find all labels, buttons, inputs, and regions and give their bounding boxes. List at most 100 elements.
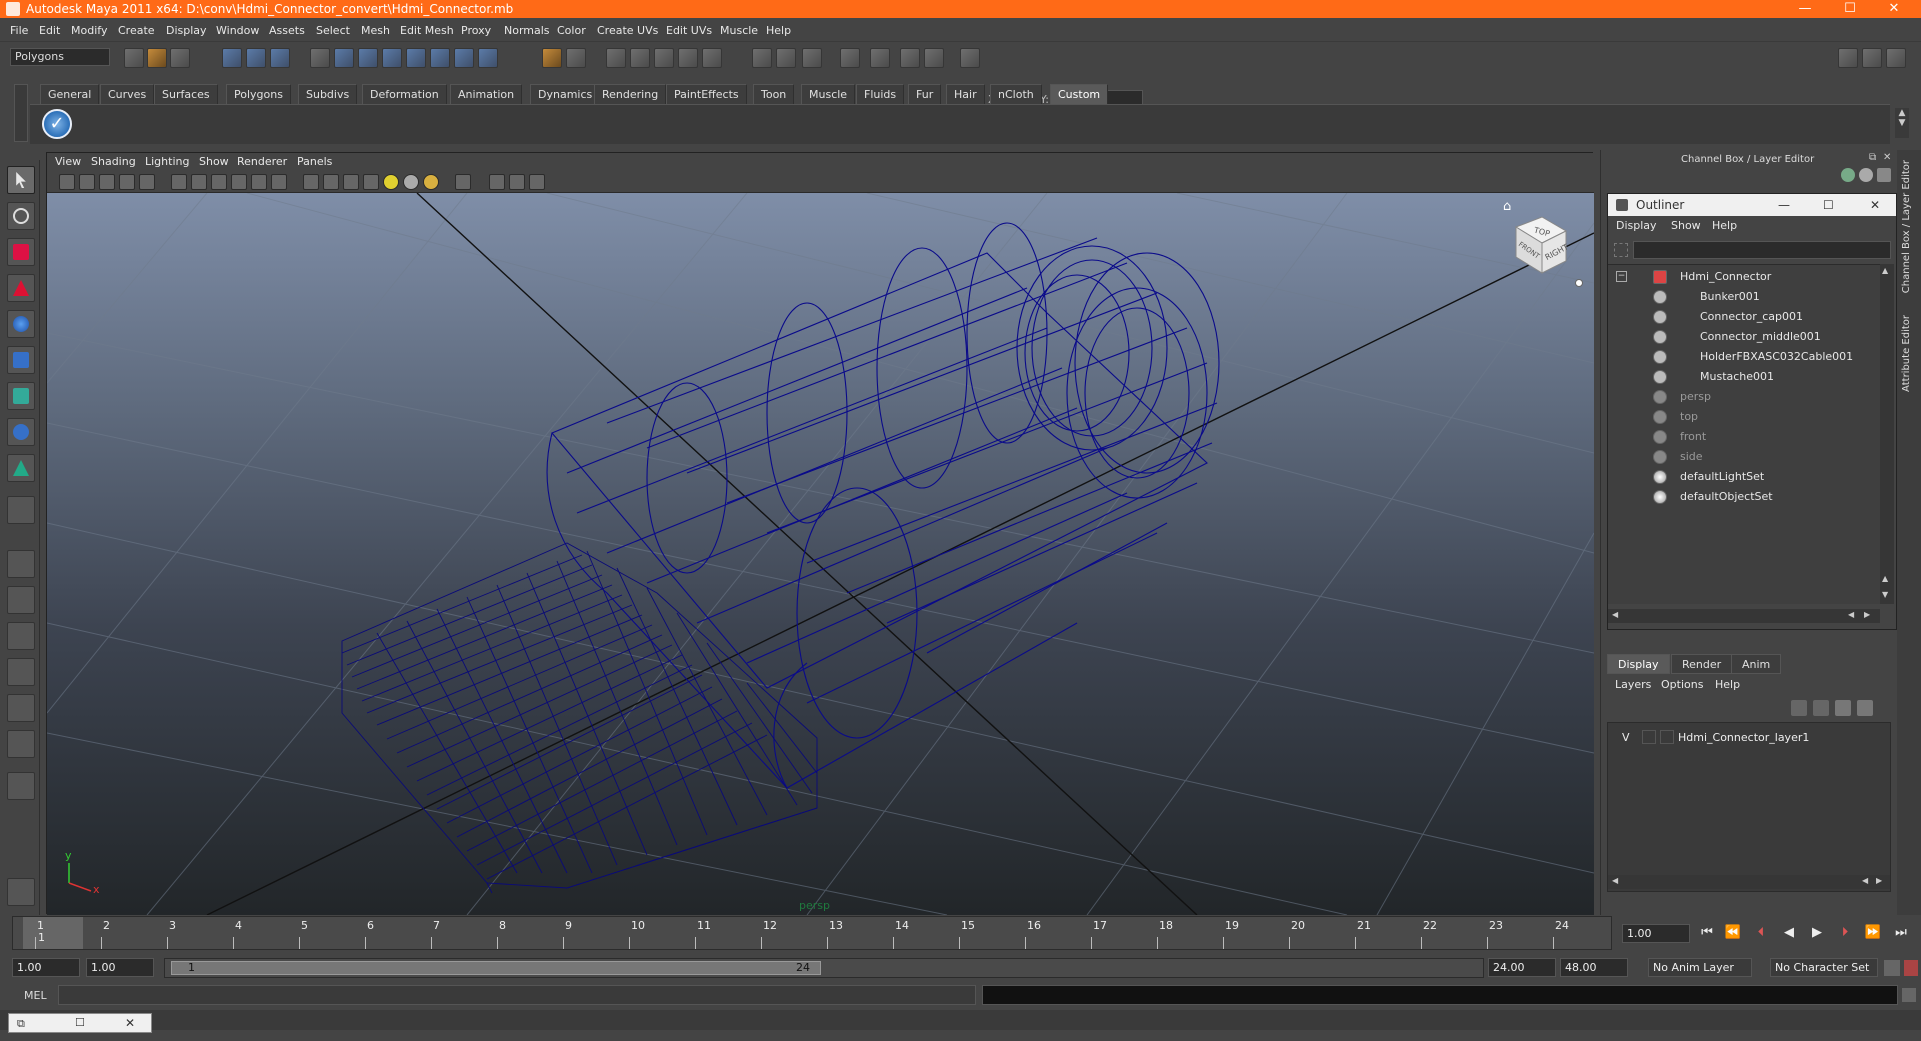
camera-attr-icon[interactable] xyxy=(79,174,95,190)
fy-icon[interactable] xyxy=(870,48,890,68)
new-layer-selected-icon[interactable] xyxy=(1813,700,1829,716)
bookmark-icon[interactable] xyxy=(99,174,115,190)
layout-dope-icon[interactable] xyxy=(7,730,35,758)
transform-icon[interactable] xyxy=(960,48,980,68)
camera-icon[interactable] xyxy=(752,48,772,68)
shelf-tab-deformation[interactable]: Deformation xyxy=(362,84,447,104)
layout-hypershade-icon[interactable] xyxy=(7,694,35,722)
manipulator-tool-icon[interactable] xyxy=(7,382,35,410)
outliner-menu-display[interactable]: Display xyxy=(1616,219,1657,232)
shelf-tab-painteffects[interactable]: PaintEffects xyxy=(666,84,747,104)
move-tool-icon[interactable] xyxy=(7,274,35,302)
lasso-tool-icon[interactable] xyxy=(7,202,35,230)
field-chart-icon[interactable] xyxy=(251,174,267,190)
playback-end-field[interactable]: 24.00 xyxy=(1488,958,1556,977)
smooth-shade-icon[interactable] xyxy=(323,174,339,190)
step-back-frame-icon[interactable]: ⏴ xyxy=(1752,924,1770,942)
playback-start-field[interactable]: 1.00 xyxy=(86,958,154,977)
outliner-item[interactable]: Bunker001 xyxy=(1608,287,1878,307)
layer-tab-render[interactable]: Render xyxy=(1671,654,1733,674)
snap-plane-icon[interactable] xyxy=(406,48,426,68)
maximize-button[interactable]: ☐ xyxy=(1833,0,1867,18)
construction-history-icon[interactable] xyxy=(542,48,562,68)
layer-menu-layers[interactable]: Layers xyxy=(1615,678,1651,691)
hypershade-icon[interactable] xyxy=(678,48,698,68)
outliner-item[interactable]: − Hdmi_Connector xyxy=(1608,267,1878,287)
mel-label[interactable]: MEL xyxy=(24,989,47,1002)
shelf-tab-polygons[interactable]: Polygons xyxy=(226,84,291,104)
select-hierarchy-icon[interactable] xyxy=(222,48,242,68)
default-light-icon[interactable] xyxy=(383,174,399,190)
attribute-editor-side-tab[interactable]: Attribute Editor xyxy=(1901,315,1912,392)
snapshot-icon[interactable] xyxy=(139,174,155,190)
layout-graph-persp-icon[interactable] xyxy=(7,658,35,686)
all-lights-icon[interactable] xyxy=(403,174,419,190)
perspective-viewport[interactable]: y x TOP FRONT RIGHT ⌂ persp xyxy=(47,193,1594,915)
current-frame-marker[interactable] xyxy=(23,917,83,949)
menu-window[interactable]: Window xyxy=(216,24,259,37)
shelf-tab-surfaces[interactable]: Surfaces xyxy=(154,84,218,104)
outliner-item[interactable]: HolderFBXASC032Cable001 xyxy=(1608,347,1878,367)
outliner-item[interactable]: Connector_middle001 xyxy=(1608,327,1878,347)
animation-end-field[interactable]: 48.00 xyxy=(1560,958,1628,977)
scroll-left-icon[interactable]: ◀ xyxy=(1848,610,1854,619)
save-scene-icon[interactable] xyxy=(170,48,190,68)
hud-icon[interactable] xyxy=(529,174,545,190)
render-settings-icon[interactable] xyxy=(654,48,674,68)
attribute-editor-toggle-icon[interactable] xyxy=(1886,48,1906,68)
script-editor-icon[interactable] xyxy=(1902,988,1916,1002)
layer-horizontal-scrollbar[interactable]: ◀ ◀ ▶ xyxy=(1608,875,1890,889)
float-panel-icon[interactable]: ⧉ xyxy=(1869,152,1876,163)
outliner-item[interactable]: side xyxy=(1608,447,1878,467)
menu-edit[interactable]: Edit xyxy=(39,24,60,37)
menu-select[interactable]: Select xyxy=(316,24,350,37)
grid-toggle-icon[interactable] xyxy=(171,174,187,190)
outliner-maximize-button[interactable]: ☐ xyxy=(1823,194,1834,216)
menu-muscle[interactable]: Muscle xyxy=(720,24,758,37)
new-layer-icon[interactable] xyxy=(1791,700,1807,716)
wireframe-icon[interactable] xyxy=(303,174,319,190)
shelf-scroll-icon[interactable]: ▲ ▼ xyxy=(1895,108,1909,138)
range-slider-handle[interactable]: 1 24 xyxy=(171,961,821,975)
vp-menu-renderer[interactable]: Renderer xyxy=(237,155,287,168)
isolate-select-icon[interactable] xyxy=(455,174,471,190)
outliner-horizontal-scrollbar[interactable]: ◀ ◀ ▶ xyxy=(1608,609,1880,623)
go-to-end-icon[interactable]: ⏭ xyxy=(1892,924,1910,942)
mask-dropdown-icon[interactable] xyxy=(310,48,330,68)
close-button[interactable]: ✕ xyxy=(1877,0,1911,18)
outliner-item[interactable]: top xyxy=(1608,407,1878,427)
range-slider[interactable]: 1 24 xyxy=(164,958,1484,978)
go-to-start-icon[interactable]: ⏮ xyxy=(1698,924,1716,942)
layer-color-swatch[interactable] xyxy=(1660,730,1674,744)
shelf-tab-dynamics[interactable]: Dynamics xyxy=(530,84,601,104)
layer-playback-toggle[interactable] xyxy=(1642,730,1656,744)
outliner-item[interactable]: persp xyxy=(1608,387,1878,407)
menu-display[interactable]: Display xyxy=(166,24,207,37)
wireframe-on-shaded-icon[interactable] xyxy=(343,174,359,190)
menu-create-uvs[interactable]: Create UVs xyxy=(597,24,658,37)
layer-tab-display[interactable]: Display xyxy=(1607,654,1670,674)
scroll-left-icon[interactable]: ◀ xyxy=(1612,876,1618,885)
open-scene-icon[interactable] xyxy=(147,48,167,68)
show-manipulator-icon[interactable] xyxy=(7,454,35,482)
camera-select-icon[interactable] xyxy=(59,174,75,190)
current-frame-field[interactable]: 1.00 xyxy=(1622,924,1690,943)
checkmark-shelf-icon[interactable]: ✓ xyxy=(42,109,72,139)
outliner-filter-icon[interactable] xyxy=(1614,243,1628,257)
shelf-tab-custom[interactable]: Custom xyxy=(1050,84,1109,104)
layout-single-icon[interactable] xyxy=(7,550,35,578)
scroll-down-icon[interactable]: ▼ xyxy=(1882,590,1888,599)
layer-visibility-toggle[interactable]: V xyxy=(1622,731,1630,744)
menu-modify[interactable]: Modify xyxy=(71,24,107,37)
xray-joints-icon[interactable] xyxy=(509,174,525,190)
outliner-item[interactable]: defaultLightSet xyxy=(1608,467,1878,487)
outliner-item[interactable]: front xyxy=(1608,427,1878,447)
outliner-minimize-button[interactable]: — xyxy=(1778,194,1790,216)
layer-tab-anim[interactable]: Anim xyxy=(1731,654,1782,674)
outliner-vertical-scrollbar[interactable]: ▲ ▲ ▼ xyxy=(1880,264,1894,604)
shelf-menu-handle[interactable] xyxy=(14,84,28,142)
shelf-tab-hair[interactable]: Hair xyxy=(946,84,985,104)
fw-icon[interactable] xyxy=(924,48,944,68)
outliner-item[interactable]: Connector_cap001 xyxy=(1608,307,1878,327)
shelf-tab-ncloth[interactable]: nCloth xyxy=(990,84,1042,104)
